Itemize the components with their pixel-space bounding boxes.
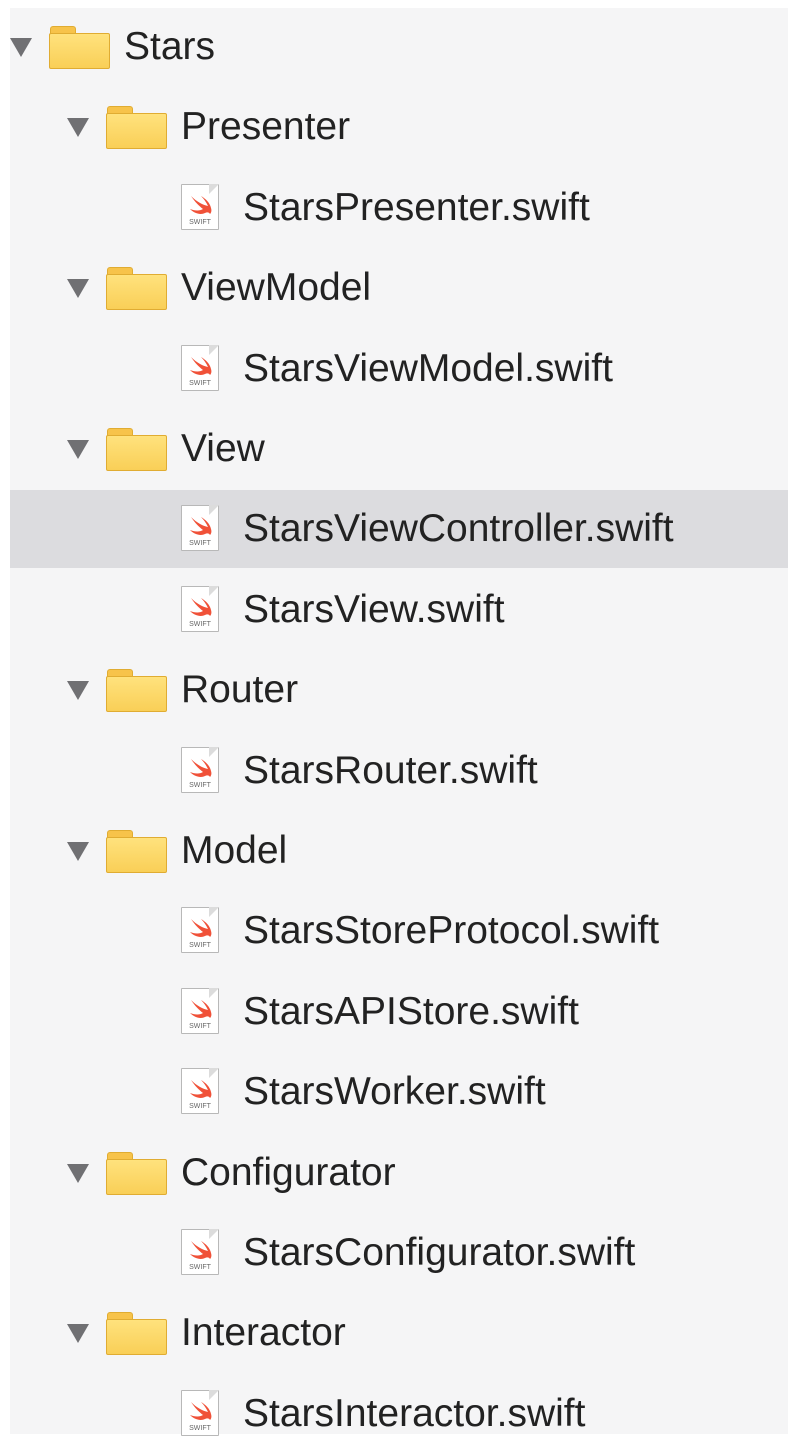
file-label: StarsViewModel.swift [243,347,613,390]
folder-label: ViewModel [181,266,372,309]
file-label: StarsAPIStore.swift [243,990,579,1033]
disclosure-triangle-icon[interactable] [10,37,32,57]
swift-file-icon: SWIFT [181,184,221,232]
file-label: StarsPresenter.swift [243,186,590,229]
disclosure-triangle-icon[interactable] [67,680,89,700]
file-label: StarsViewController.swift [243,507,674,550]
disclosure-triangle-icon[interactable] [67,841,89,861]
folder-row[interactable]: Presenter [10,88,788,166]
file-row[interactable]: SWIFT StarsAPIStore.swift [10,973,788,1051]
file-type-badge: SWIFT [189,942,211,949]
folder-label: Stars [124,25,216,68]
folder-icon [106,668,167,712]
file-type-badge: SWIFT [189,1103,211,1110]
swift-file-icon: SWIFT [181,586,221,634]
disclosure-triangle-icon[interactable] [67,439,89,459]
file-row[interactable]: SWIFT StarsViewController.swift [10,490,788,568]
file-row[interactable]: SWIFT StarsWorker.swift [10,1053,788,1131]
file-row[interactable]: SWIFT StarsViewModel.swift [10,330,788,408]
file-row[interactable]: SWIFT StarsStoreProtocol.swift [10,892,788,970]
swift-file-icon: SWIFT [181,907,221,955]
file-label: StarsWorker.swift [243,1070,546,1113]
folder-icon [106,427,167,471]
folder-label: Router [181,668,299,711]
disclosure-triangle-icon[interactable] [67,1323,89,1343]
folder-row[interactable]: ViewModel [10,249,788,327]
swift-file-icon: SWIFT [181,505,221,553]
file-type-badge: SWIFT [189,380,211,387]
folder-icon [49,25,110,69]
file-row[interactable]: SWIFT StarsView.swift [10,571,788,649]
file-row[interactable]: SWIFT StarsPresenter.swift [10,169,788,247]
swift-file-icon: SWIFT [181,988,221,1036]
file-type-badge: SWIFT [189,1264,211,1271]
folder-label: Model [181,829,288,872]
disclosure-triangle-icon[interactable] [67,117,89,137]
folder-row[interactable]: Stars [10,8,788,86]
file-row[interactable]: SWIFT StarsRouter.swift [10,732,788,810]
folder-row[interactable]: View [10,410,788,488]
swift-file-icon: SWIFT [181,345,221,393]
folder-label: View [181,427,265,470]
file-type-badge: SWIFT [189,782,211,789]
folder-icon [106,1311,167,1355]
file-row[interactable]: SWIFT StarsInteractor.swift [10,1375,788,1453]
file-row[interactable]: SWIFT StarsConfigurator.swift [10,1214,788,1292]
folder-row[interactable]: Interactor [10,1294,788,1372]
folder-icon [106,829,167,873]
folder-icon [106,105,167,149]
file-type-badge: SWIFT [189,1425,211,1432]
folder-label: Presenter [181,105,351,148]
swift-file-icon: SWIFT [181,1068,221,1116]
swift-file-icon: SWIFT [181,747,221,795]
file-type-badge: SWIFT [189,219,211,226]
file-label: StarsInteractor.swift [243,1392,586,1435]
folder-label: Configurator [181,1151,396,1194]
file-label: StarsConfigurator.swift [243,1231,636,1274]
disclosure-triangle-icon[interactable] [67,278,89,298]
folder-label: Interactor [181,1311,346,1354]
file-type-badge: SWIFT [189,621,211,628]
disclosure-triangle-icon[interactable] [67,1163,89,1183]
swift-file-icon: SWIFT [181,1390,221,1438]
folder-icon [106,266,167,310]
file-type-badge: SWIFT [189,1023,211,1030]
file-label: StarsStoreProtocol.swift [243,909,660,952]
folder-icon [106,1151,167,1195]
file-label: StarsView.swift [243,588,505,631]
file-type-badge: SWIFT [189,540,211,547]
folder-row[interactable]: Model [10,812,788,890]
file-label: StarsRouter.swift [243,749,538,792]
folder-row[interactable]: Configurator [10,1134,788,1212]
project-navigator: Stars Presenter SWIFT StarsPresenter.swift V… [10,8,788,1436]
folder-row[interactable]: Router [10,651,788,729]
swift-file-icon: SWIFT [181,1229,221,1277]
